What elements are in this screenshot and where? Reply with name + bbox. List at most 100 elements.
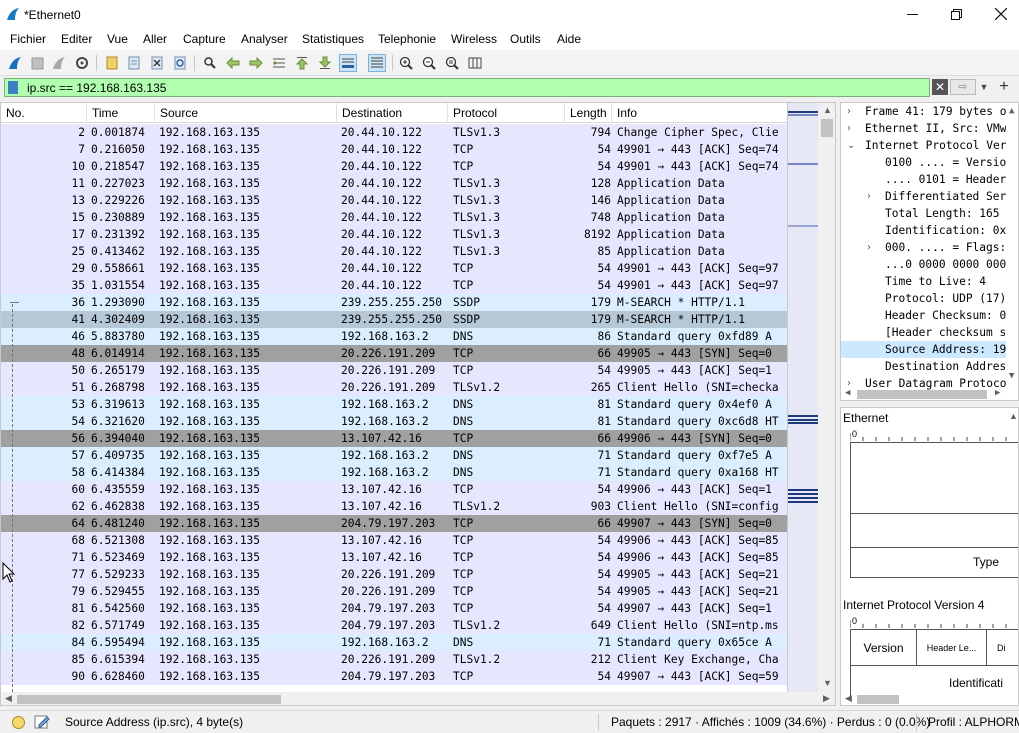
packet-list-vscrollbar[interactable]: ▲ ▼ — [818, 103, 835, 692]
packet-row[interactable]: 85 6.615394 192.168.163.135 20.226.191.209 T… — [1, 651, 787, 668]
detail-tree-item[interactable]: › Frame 41: 179 bytes o — [841, 103, 1006, 120]
go-back-button[interactable] — [224, 54, 242, 72]
scroll-left-icon[interactable]: ◀ — [5, 693, 12, 704]
packet-minimap[interactable] — [787, 103, 819, 692]
bookmark-icon[interactable] — [8, 81, 18, 94]
menu-capture[interactable]: Capture — [183, 32, 226, 46]
detail-tree-item[interactable]: › Ethernet II, Src: VMw — [841, 120, 1006, 137]
resize-columns-button[interactable] — [466, 54, 484, 72]
zoom-out-button[interactable] — [420, 54, 438, 72]
packet-row[interactable]: 35 1.031554 192.168.163.135 20.44.10.122 TCP… — [1, 277, 787, 294]
restart-capture-button[interactable] — [50, 54, 68, 72]
detail-tree-item[interactable]: Total Length: 165 — [841, 205, 1006, 222]
packet-row[interactable]: 25 0.413462 192.168.163.135 20.44.10.122 TLS… — [1, 243, 787, 260]
packet-row[interactable]: 51 6.268798 192.168.163.135 20.226.191.209 T… — [1, 379, 787, 396]
tree-collapsed-chevron-icon[interactable]: › — [867, 239, 871, 256]
packet-row[interactable]: 29 0.558661 192.168.163.135 20.44.10.122 TCP… — [1, 260, 787, 277]
stop-capture-button[interactable] — [28, 54, 46, 72]
packet-row[interactable]: 2 0.001874 192.168.163.135 20.44.10.122 TLSv… — [1, 124, 787, 141]
hscroll-thumb[interactable] — [17, 695, 281, 704]
detail-tree-item[interactable]: Header Checksum: 0 — [841, 307, 1006, 324]
column-header-protocol[interactable]: Protocol — [448, 103, 565, 123]
details-scroll-right-icon[interactable]: ▶ — [995, 388, 1000, 398]
start-capture-button[interactable] — [6, 54, 24, 72]
packet-row[interactable]: 54 6.321620 192.168.163.135 192.168.163.2 DN… — [1, 413, 787, 430]
column-header-source[interactable]: Source — [155, 103, 337, 123]
menu-vue[interactable]: Vue — [107, 32, 128, 46]
menu-telephonie[interactable]: Telephonie — [378, 32, 436, 46]
display-filter-input[interactable]: ip.src == 192.168.163.135 — [4, 78, 930, 97]
menu-analyser[interactable]: Analyser — [241, 32, 288, 46]
diagram-scroll-left-icon[interactable]: ◀ — [845, 693, 852, 704]
tree-expanded-chevron-icon[interactable]: ⌄ — [847, 137, 855, 154]
save-file-button[interactable] — [125, 54, 143, 72]
packet-row[interactable]: 17 0.231392 192.168.163.135 20.44.10.122 TLS… — [1, 226, 787, 243]
packet-row[interactable]: 11 0.227023 192.168.163.135 20.44.10.122 TLS… — [1, 175, 787, 192]
packet-row[interactable]: 81 6.542560 192.168.163.135 204.79.197.203 T… — [1, 600, 787, 617]
restore-button[interactable] — [933, 0, 979, 30]
column-header-time[interactable]: Time — [87, 103, 155, 123]
details-scroll-down-icon[interactable]: ▼ — [1009, 371, 1014, 381]
close-file-button[interactable] — [148, 54, 166, 72]
column-header-no[interactable]: No. — [1, 103, 87, 123]
packet-row[interactable]: 82 6.571749 192.168.163.135 204.79.197.203 T… — [1, 617, 787, 634]
scroll-down-icon[interactable]: ▼ — [823, 678, 832, 688]
details-scroll-left-icon[interactable]: ◀ — [845, 388, 850, 398]
packet-row[interactable]: 41 4.302409 192.168.163.135 239.255.255.250… — [1, 311, 787, 328]
menu-editer[interactable]: Editer — [61, 32, 92, 46]
packet-row[interactable]: 10 0.218547 192.168.163.135 20.44.10.122 TCP… — [1, 158, 787, 175]
clear-filter-button[interactable]: ✕ — [932, 79, 948, 95]
go-forward-button[interactable] — [247, 54, 265, 72]
detail-tree-item[interactable]: Source Address: 19 — [841, 341, 1006, 358]
packet-list-hscrollbar[interactable]: ◀ ▶ — [1, 692, 835, 705]
ip-header-box[interactable]: Version Header Le... Di Identificati — [850, 629, 1018, 699]
detail-tree-item[interactable]: 0100 .... = Versio — [841, 154, 1006, 171]
packet-row[interactable]: 7 0.216050 192.168.163.135 20.44.10.122 TCP 5… — [1, 141, 787, 158]
ethernet-header-box[interactable]: Type — [850, 442, 1018, 578]
detail-tree-item[interactable]: Protocol: UDP (17) — [841, 290, 1006, 307]
open-file-button[interactable] — [103, 54, 121, 72]
packet-row[interactable]: 15 0.230889 192.168.163.135 20.44.10.122 TLS… — [1, 209, 787, 226]
menu-statistiques[interactable]: Statistiques — [302, 32, 364, 46]
packet-row[interactable]: 56 6.394040 192.168.163.135 13.107.42.16 TCP… — [1, 430, 787, 447]
tree-collapsed-chevron-icon[interactable]: › — [867, 188, 871, 205]
normal-size-button[interactable] — [443, 54, 461, 72]
packet-row[interactable]: 90 6.628460 192.168.163.135 204.79.197.203 T… — [1, 668, 787, 685]
packet-row[interactable]: 13 0.229226 192.168.163.135 20.44.10.122 TLS… — [1, 192, 787, 209]
minimize-button[interactable] — [889, 0, 935, 30]
capture-options-button[interactable] — [73, 54, 91, 72]
menu-fichier[interactable]: Fichier — [10, 32, 46, 46]
scroll-up-icon[interactable]: ▲ — [823, 105, 832, 115]
packet-row[interactable]: 57 6.409735 192.168.163.135 192.168.163.2 DN… — [1, 447, 787, 464]
packet-row[interactable]: 68 6.521308 192.168.163.135 13.107.42.16 TCP… — [1, 532, 787, 549]
tree-collapsed-chevron-icon[interactable]: › — [847, 120, 851, 137]
detail-tree-item[interactable]: ...0 0000 0000 000 — [841, 256, 1006, 273]
detail-tree-item[interactable]: › 000. .... = Flags: — [841, 239, 1006, 256]
diagram-scroll-up-icon[interactable]: ▲ — [1009, 411, 1018, 421]
detail-tree-item[interactable]: Time to Live: 4 — [841, 273, 1006, 290]
menu-aide[interactable]: Aide — [557, 32, 581, 46]
packet-row[interactable]: 71 6.523469 192.168.163.135 13.107.42.16 TCP… — [1, 549, 787, 566]
close-window-button[interactable] — [978, 0, 1019, 30]
column-header-info[interactable]: Info — [612, 103, 787, 123]
packet-row[interactable]: 53 6.319613 192.168.163.135 192.168.163.2 DN… — [1, 396, 787, 413]
tree-collapsed-chevron-icon[interactable]: › — [847, 103, 851, 120]
packet-row[interactable]: 50 6.265179 192.168.163.135 20.226.191.209 T… — [1, 362, 787, 379]
menu-outils[interactable]: Outils — [510, 32, 541, 46]
packet-row[interactable]: 46 5.883780 192.168.163.135 192.168.163.2 DN… — [1, 328, 787, 345]
capture-comment-edit-icon[interactable] — [34, 714, 50, 730]
diagram-hscroll-thumb[interactable] — [857, 695, 899, 704]
packet-row[interactable]: 60 6.435559 192.168.163.135 13.107.42.16 TCP… — [1, 481, 787, 498]
detail-tree-item[interactable]: Destination Addres — [841, 358, 1006, 375]
add-filter-button-button[interactable]: + — [995, 77, 1013, 97]
packet-row[interactable]: 64 6.481240 192.168.163.135 204.79.197.203 T… — [1, 515, 787, 532]
detail-tree-item[interactable]: Identification: 0x — [841, 222, 1006, 239]
detail-tree-item[interactable]: .... 0101 = Header — [841, 171, 1006, 188]
packet-row[interactable]: 36 1.293090 192.168.163.135 239.255.255.250… — [1, 294, 787, 311]
zoom-in-button[interactable] — [397, 54, 415, 72]
apply-filter-button[interactable]: ⇨ — [950, 79, 976, 95]
vscroll-thumb[interactable] — [821, 119, 833, 137]
packet-row[interactable]: 77 6.529233 192.168.163.135 20.226.191.209 T… — [1, 566, 787, 583]
autoscroll-button[interactable] — [339, 54, 357, 72]
packet-row[interactable]: 48 6.014914 192.168.163.135 20.226.191.209 T… — [1, 345, 787, 362]
